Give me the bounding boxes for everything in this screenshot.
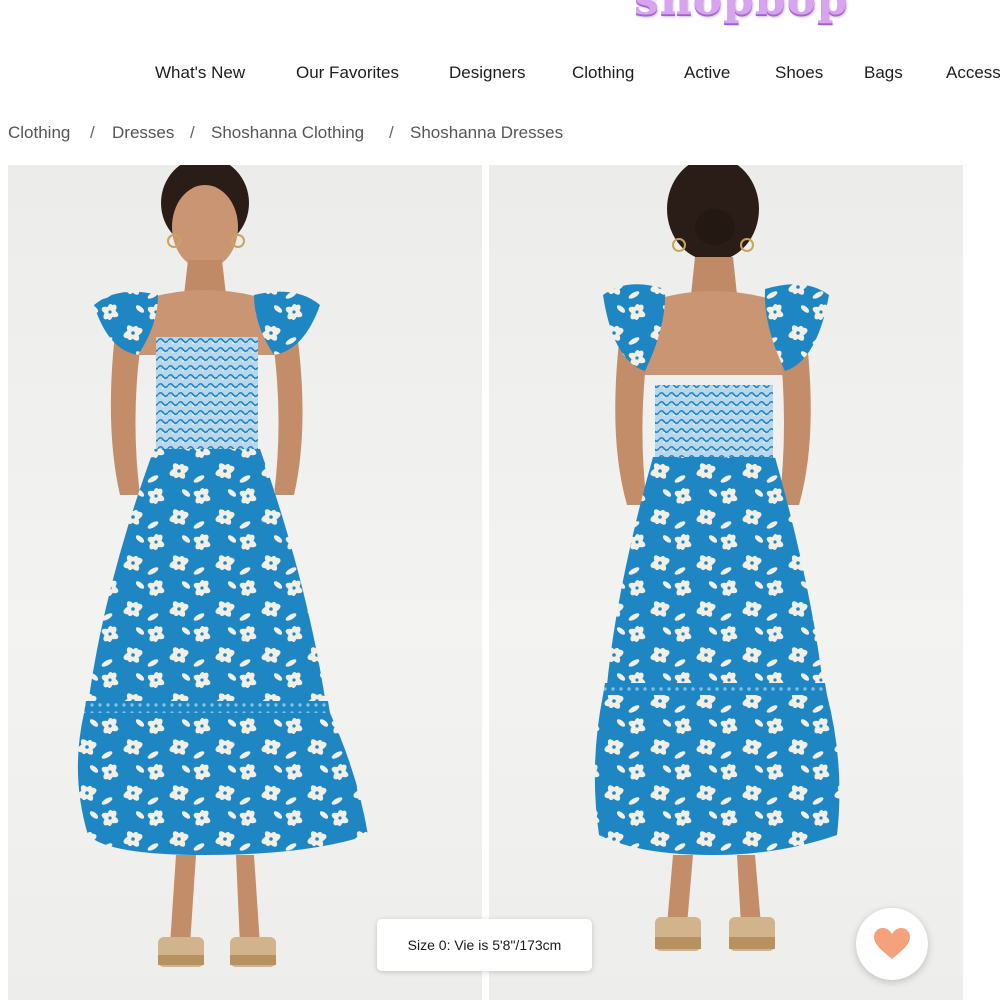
product-photo-front[interactable] [8, 165, 482, 1000]
nav-item-active[interactable]: Active [684, 63, 730, 83]
breadcrumb-shoshanna-clothing[interactable]: Shoshanna Clothing [211, 123, 364, 143]
shopbop-logo[interactable]: shopbop [630, 0, 880, 26]
nav-item-whats-new[interactable]: What's New [155, 63, 245, 83]
breadcrumb-separator: / [190, 123, 195, 142]
model-back-illustration [594, 165, 840, 951]
favorite-button[interactable] [856, 908, 928, 980]
breadcrumb-dresses[interactable]: Dresses [112, 123, 174, 143]
nav-item-clothing[interactable]: Clothing [572, 63, 634, 83]
breadcrumb-shoshanna-dresses[interactable]: Shoshanna Dresses [410, 123, 563, 143]
breadcrumb-separator: / [389, 123, 394, 142]
nav-item-shoes[interactable]: Shoes [775, 63, 823, 83]
model-front-illustration [77, 165, 368, 967]
nav-item-accessories[interactable]: Access [946, 63, 1000, 83]
nav-item-designers[interactable]: Designers [449, 63, 526, 83]
nav-item-our-favorites[interactable]: Our Favorites [296, 63, 399, 83]
breadcrumb-clothing[interactable]: Clothing [8, 123, 70, 143]
heart-icon [874, 928, 910, 959]
logo-text: shopbop [634, 0, 849, 25]
model-size-caption: Size 0: Vie is 5'8"/173cm [377, 919, 592, 971]
product-photo-back[interactable] [489, 165, 963, 1000]
main-navigation: What's New Our Favorites Designers Cloth… [0, 63, 1000, 87]
breadcrumb-separator: / [90, 123, 95, 142]
nav-item-bags[interactable]: Bags [864, 63, 903, 83]
